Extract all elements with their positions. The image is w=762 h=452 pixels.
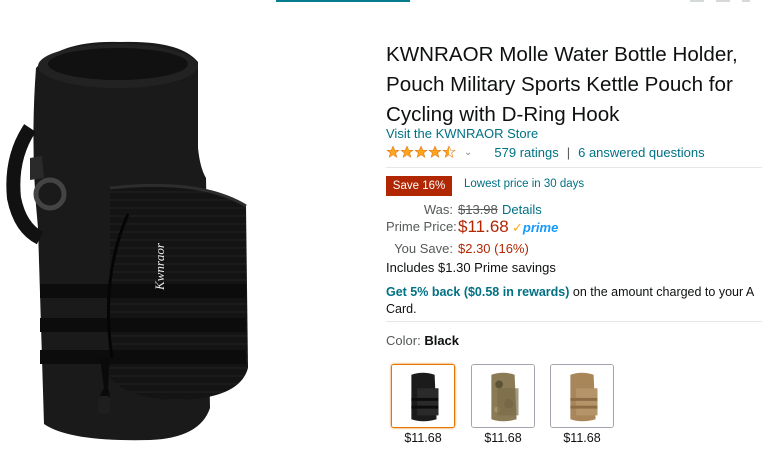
swatch-image xyxy=(551,365,613,427)
half-star-icon xyxy=(442,145,456,158)
prime-check-icon: ✓ xyxy=(512,220,523,235)
store-link[interactable]: Visit the KWNRAOR Store xyxy=(386,126,538,141)
color-swatch-black[interactable] xyxy=(391,364,455,428)
prime-price: $11.68 xyxy=(458,217,509,236)
rewards-link[interactable]: Get 5% back ($0.58 in rewards) xyxy=(386,285,569,299)
rating-row: ⌄ 579 ratings | 6 answered questions xyxy=(386,144,705,160)
prime-word: prime xyxy=(522,220,559,235)
brand-label-text: Kwnraor xyxy=(152,242,167,291)
swatch-price: $11.68 xyxy=(563,431,601,445)
product-image[interactable]: Kwnraor xyxy=(0,28,340,452)
lowest-price-text: Lowest price in 30 days xyxy=(464,178,585,190)
product-title-line: KWNRAOR Molle Water Bottle Holder, xyxy=(386,43,738,66)
divider xyxy=(386,167,762,168)
product-image-graphic: Kwnraor xyxy=(0,28,340,452)
details-link[interactable]: Details xyxy=(502,202,542,217)
color-swatch-tan[interactable] xyxy=(550,364,614,428)
you-save-value: $2.30 (16%) xyxy=(458,241,529,256)
deal-badge: Save 16% xyxy=(386,176,452,196)
star-icon xyxy=(414,145,428,158)
swatch-image xyxy=(472,365,534,427)
answered-questions-link[interactable]: 6 answered questions xyxy=(578,145,704,160)
color-label: Color: xyxy=(386,333,421,348)
swatch-price: $11.68 xyxy=(404,431,442,445)
swatch-image xyxy=(392,365,454,427)
rewards-text: on the amount charged to your A xyxy=(569,285,755,299)
star-icon xyxy=(400,145,414,158)
divider xyxy=(386,321,762,322)
prime-savings-text: Includes $1.30 Prime savings xyxy=(386,260,556,275)
you-save-label: You Save: xyxy=(394,241,453,256)
star-rating[interactable] xyxy=(386,145,456,159)
star-icon xyxy=(428,145,442,158)
separator: | xyxy=(566,144,571,160)
rewards-line-2: Card. xyxy=(386,302,417,316)
rewards-line: Get 5% back ($0.58 in rewards) on the am… xyxy=(386,284,762,301)
chevron-down-icon[interactable]: ⌄ xyxy=(464,147,472,158)
color-selector-label: Color: Black xyxy=(386,333,459,348)
product-title: KWNRAOR Molle Water Bottle Holder, Pouch… xyxy=(386,40,762,130)
swatch-price: $11.68 xyxy=(484,431,522,445)
active-tab-indicator xyxy=(276,0,410,2)
was-label: Was: xyxy=(423,202,453,217)
color-swatch-camo[interactable] xyxy=(471,364,535,428)
top-divider xyxy=(690,0,750,2)
star-icon xyxy=(386,145,400,158)
rewards-offer: Get 5% back ($0.58 in rewards) on the am… xyxy=(386,284,762,318)
ratings-count-link[interactable]: 579 ratings xyxy=(494,145,558,160)
selected-color: Black xyxy=(424,333,460,348)
product-title-line: Pouch Military Sports Kettle Pouch for xyxy=(386,73,733,96)
was-price: $13.98 xyxy=(458,202,498,217)
prime-badge: ✓prime xyxy=(512,220,558,236)
prime-price-label: Prime Price: xyxy=(386,219,457,234)
